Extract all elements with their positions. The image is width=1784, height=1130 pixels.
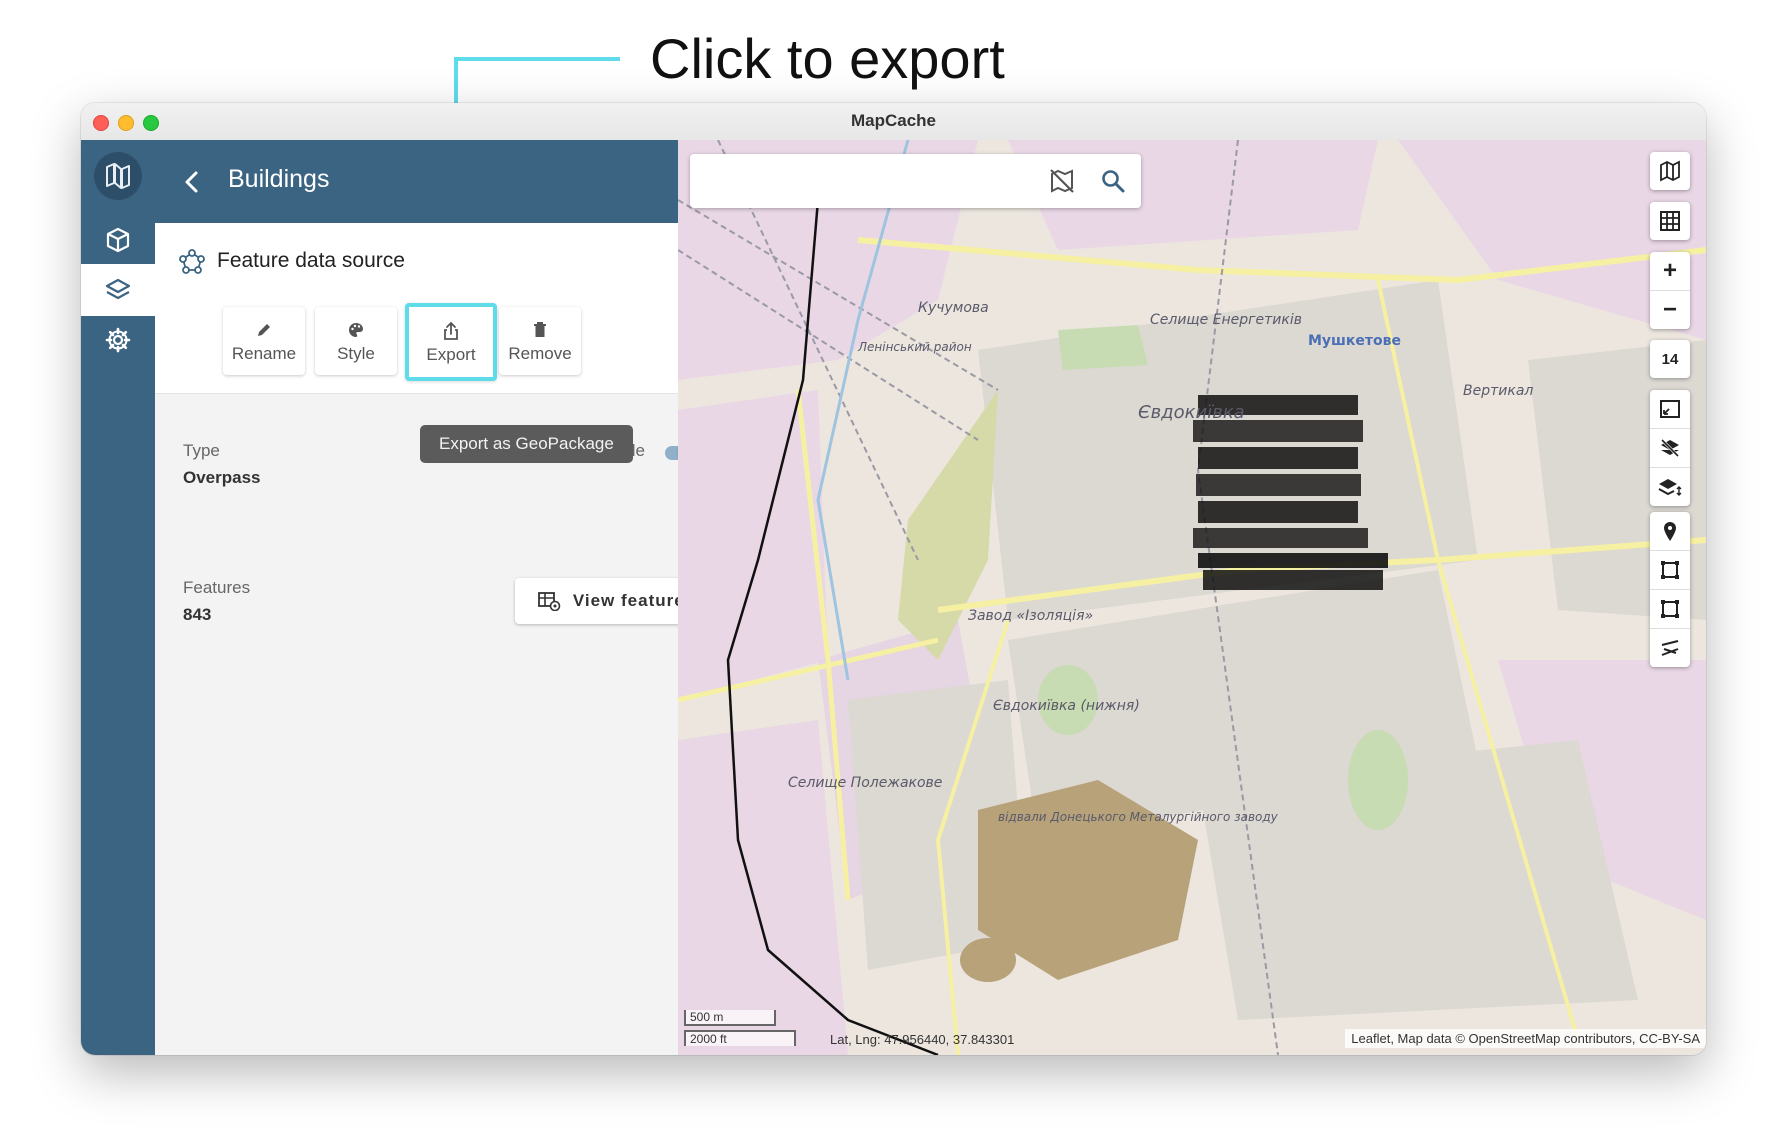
- pencil-icon: [255, 319, 273, 341]
- app-window: MapCache Buildings Feature data source R…: [81, 103, 1706, 1055]
- rail-item-settings[interactable]: [81, 314, 155, 366]
- cursor-coordinates: Lat, Lng: 47.956440, 37.843301: [830, 1032, 1015, 1047]
- rename-button[interactable]: Rename: [223, 307, 305, 375]
- draw-tools-control: [1650, 512, 1690, 667]
- navigation-rail: [81, 140, 155, 1055]
- grid-control[interactable]: [1650, 202, 1690, 240]
- map-icon[interactable]: [1650, 152, 1690, 190]
- palette-icon: [347, 319, 365, 341]
- remove-button[interactable]: Remove: [499, 307, 581, 375]
- map-label: відвали Донецького Металургійного заводу: [998, 810, 1278, 824]
- remove-label: Remove: [508, 343, 572, 363]
- scale-metric: 500 m: [684, 1010, 776, 1026]
- data-source-label: Feature data source: [217, 249, 405, 272]
- draw-line-icon[interactable]: [1650, 628, 1690, 667]
- draw-polygon-icon[interactable]: [1650, 550, 1690, 589]
- type-value: Overpass: [183, 468, 261, 487]
- layer-order-icon[interactable]: [1650, 467, 1690, 506]
- search-icon[interactable]: [1100, 168, 1126, 199]
- page-title: Buildings: [228, 165, 330, 193]
- map-label: Селище Полежакове: [788, 775, 943, 791]
- annotation-callout-line: [454, 57, 620, 61]
- panel-header: Buildings: [155, 140, 678, 223]
- polygon-nodes-icon: [179, 249, 205, 274]
- view-features-label: View features: [572, 591, 696, 610]
- map-view[interactable]: Кучумова Селище Енергетиків Мушкетове Ве…: [678, 140, 1706, 1055]
- layer-tools-control: [1650, 390, 1690, 506]
- zoom-level: 14: [1661, 350, 1679, 368]
- map-label: Ленінський район: [858, 340, 972, 354]
- title-bar: MapCache: [81, 103, 1706, 141]
- fit-extent-icon[interactable]: [1650, 390, 1690, 428]
- no-map-marker-icon[interactable]: [1048, 167, 1076, 200]
- app-logo[interactable]: [94, 152, 142, 200]
- map-label: Євдокиївка (нижня): [993, 698, 1140, 714]
- map-label: Кучумова: [918, 300, 989, 316]
- map-label: Євдокиївка: [1138, 402, 1245, 423]
- rename-label: Rename: [231, 343, 297, 363]
- rail-item-layers[interactable]: [81, 264, 155, 316]
- zoom-level-indicator: 14: [1650, 340, 1690, 378]
- table-eye-icon: [537, 592, 561, 611]
- window-title: MapCache: [850, 111, 937, 130]
- zoom-out-button[interactable]: −: [1650, 290, 1690, 329]
- style-label: Style: [337, 343, 375, 363]
- layer-detail-panel: Buildings Feature data source Rename Sty…: [155, 140, 717, 1055]
- basemap-control[interactable]: [1650, 152, 1690, 190]
- features-count: 843: [183, 605, 212, 624]
- export-button[interactable]: Export: [405, 303, 497, 381]
- map-tiles: [678, 140, 1706, 1055]
- map-search-input[interactable]: [702, 166, 1036, 198]
- data-source-card: Feature data source Rename Style Export …: [155, 223, 678, 394]
- zoom-in-button[interactable]: +: [1650, 252, 1690, 290]
- map-label: Мушкетове: [1308, 333, 1402, 349]
- grid-icon[interactable]: [1650, 202, 1690, 240]
- draw-rectangle-icon[interactable]: [1650, 589, 1690, 628]
- map-search-bar: [690, 154, 1141, 208]
- chevron-left-icon: [185, 171, 198, 193]
- scale-imperial: 2000 ft: [684, 1030, 796, 1046]
- features-label: Features: [183, 578, 251, 597]
- building-features: [1193, 395, 1388, 590]
- map-label: Завод «Ізоляція»: [968, 608, 1094, 624]
- style-button[interactable]: Style: [315, 307, 397, 375]
- trash-icon: [532, 319, 548, 341]
- map-marker-icon[interactable]: [1650, 512, 1690, 550]
- mapcache-logo-icon: [106, 163, 130, 189]
- type-label: Type: [183, 441, 220, 460]
- export-tooltip: Export as GeoPackage: [420, 425, 633, 463]
- map-label: Селище Енергетиків: [1150, 312, 1303, 328]
- gear-icon: [105, 327, 131, 353]
- rail-item-projects[interactable]: [81, 214, 155, 266]
- layers-icon: [105, 278, 131, 300]
- back-button[interactable]: [177, 167, 207, 197]
- export-label: Export: [426, 344, 476, 364]
- annotation-title: Click to export: [650, 27, 1005, 90]
- share-export-icon: [442, 320, 460, 342]
- map-label: Вертикал: [1463, 383, 1534, 399]
- map-attribution[interactable]: Leaflet, Map data © OpenStreetMap contri…: [1345, 1029, 1706, 1048]
- zoom-control: + −: [1650, 252, 1690, 329]
- cube-icon: [106, 227, 130, 253]
- layers-off-icon[interactable]: [1650, 428, 1690, 467]
